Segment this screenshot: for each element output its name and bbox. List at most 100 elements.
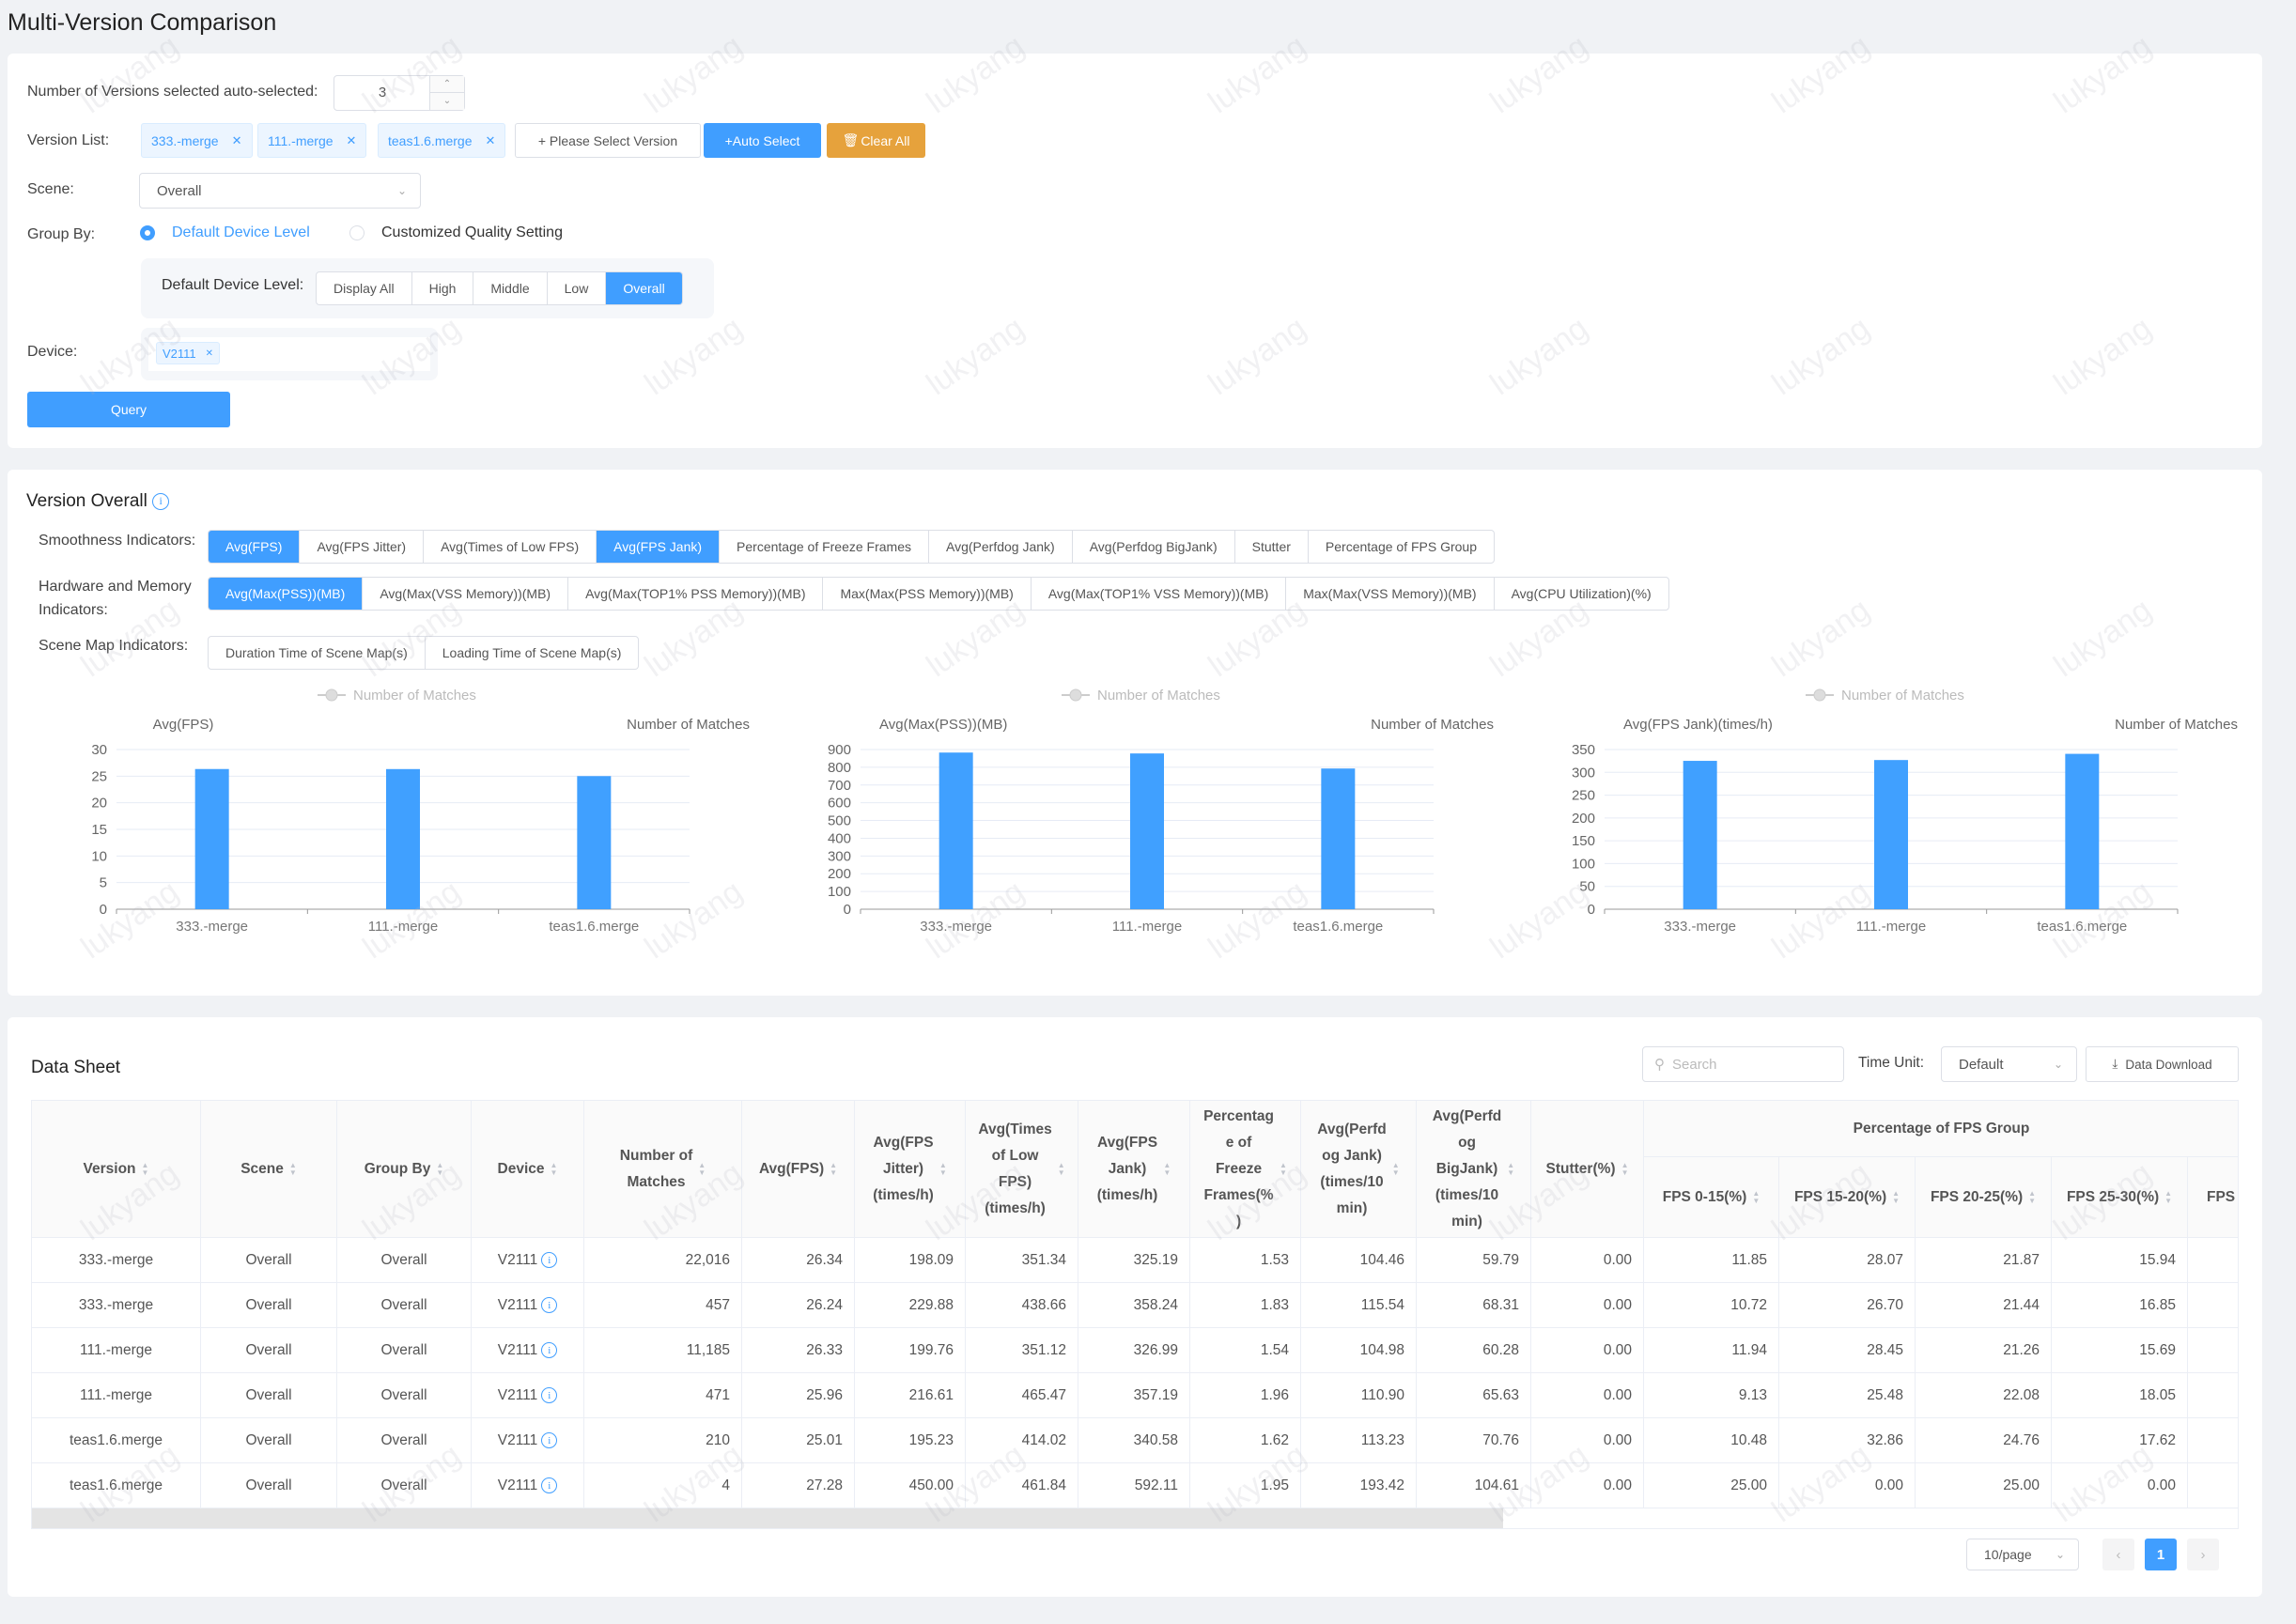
device-level-low[interactable]: Low <box>548 272 607 304</box>
info-icon[interactable]: i <box>541 1297 558 1313</box>
num-versions-stepper[interactable]: 3 ⌃ ⌄ <box>334 75 465 111</box>
sort-icon[interactable]: ▲ ▼ <box>939 1161 947 1177</box>
indicator-option[interactable]: Percentage of Freeze Frames <box>720 531 930 563</box>
info-icon[interactable]: i <box>152 492 170 510</box>
time-unit-select[interactable]: Default ⌄ <box>1941 1046 2077 1082</box>
data-download-button[interactable]: ⤓ Data Download <box>2086 1046 2239 1082</box>
column-header[interactable]: Group By ▲ ▼ <box>337 1101 472 1238</box>
column-header[interactable]: Stutter(%) ▲ ▼ <box>1531 1101 1644 1238</box>
column-header[interactable]: Number of Matches ▲ ▼ <box>584 1101 742 1238</box>
cell-value: 461.84 <box>1021 1477 1066 1493</box>
sort-icon[interactable]: ▲ ▼ <box>289 1161 297 1177</box>
table-row[interactable]: 333.-merge Overall Overall V2111 i 457 26.24 22… <box>32 1283 2238 1328</box>
radio-customized-quality[interactable]: Customized Quality Setting <box>349 224 563 241</box>
clear-all-button[interactable]: 🗑 Clear All <box>827 123 925 158</box>
sort-icon[interactable]: ▲ ▼ <box>1392 1161 1400 1177</box>
column-header[interactable]: Percentag e of Freeze Frames(%) ▲ ▼ <box>1190 1101 1301 1238</box>
indicator-option[interactable]: Avg(FPS Jitter) <box>300 531 425 563</box>
sort-icon[interactable]: ▲ ▼ <box>1752 1189 1760 1205</box>
column-header[interactable]: Avg(FPS Jank) (times/h) ▲ ▼ <box>1078 1101 1190 1238</box>
sort-icon[interactable]: ▲ ▼ <box>1507 1161 1514 1177</box>
indicator-option[interactable]: Loading Time of Scene Map(s) <box>426 637 639 669</box>
prev-page-button[interactable]: ‹ <box>2102 1539 2134 1570</box>
column-header[interactable]: FPS 15-20(%) ▲ ▼ <box>1779 1157 1916 1238</box>
column-header[interactable]: FPS <box>2188 1157 2238 1238</box>
device-level-overall[interactable]: Overall <box>606 272 682 304</box>
indicator-option[interactable]: Avg(Max(TOP1% PSS Memory))(MB) <box>568 578 824 610</box>
column-header[interactable]: Avg(Perfd og BigJank) (times/10 min) ▲ ▼ <box>1417 1101 1531 1238</box>
table-cell: 1.83 <box>1190 1283 1301 1328</box>
column-header[interactable]: FPS 0-15(%) ▲ ▼ <box>1644 1157 1779 1238</box>
column-header[interactable]: Avg(Times of Low FPS) (times/h) ▲ ▼ <box>966 1101 1078 1238</box>
info-icon[interactable]: i <box>541 1387 558 1403</box>
increment-icon[interactable]: ⌃ <box>430 76 464 93</box>
table-cell: 110.90 <box>1301 1373 1417 1418</box>
close-icon[interactable]: ✕ <box>486 133 496 148</box>
column-header[interactable]: Avg(FPS) ▲ ▼ <box>742 1101 855 1238</box>
close-icon[interactable]: ✕ <box>206 348 213 359</box>
sort-icon[interactable]: ▲ ▼ <box>2028 1189 2036 1205</box>
sort-icon[interactable]: ▲ ▼ <box>830 1161 837 1177</box>
indicator-option[interactable]: Avg(FPS Jank) <box>597 531 721 563</box>
page-size-select[interactable]: 10/page ⌄ <box>1966 1539 2079 1570</box>
indicator-option[interactable]: Duration Time of Scene Map(s) <box>209 637 426 669</box>
scene-select[interactable]: Overall ⌄ <box>139 173 421 209</box>
info-icon[interactable]: i <box>541 1252 558 1268</box>
table-cell: 32.86 <box>1779 1418 1916 1463</box>
horizontal-scrollbar[interactable] <box>32 1508 1503 1528</box>
table-row[interactable]: teas1.6.merge Overall Overall V2111 i 4 27.28 4… <box>32 1463 2238 1508</box>
sort-icon[interactable]: ▲ ▼ <box>1280 1161 1287 1177</box>
close-icon[interactable]: ✕ <box>232 133 242 148</box>
indicator-option[interactable]: Stutter <box>1235 531 1309 563</box>
indicator-option[interactable]: Avg(Times of Low FPS) <box>424 531 597 563</box>
sort-icon[interactable]: ▲ ▼ <box>1621 1161 1629 1177</box>
indicator-option[interactable]: Avg(Perfdog Jank) <box>929 531 1073 563</box>
indicator-option[interactable]: Avg(Perfdog BigJank) <box>1073 531 1235 563</box>
auto-select-button[interactable]: +Auto Select <box>704 123 821 158</box>
sort-icon[interactable]: ▲ ▼ <box>1058 1161 1065 1177</box>
close-icon[interactable]: ✕ <box>347 133 357 148</box>
table-row[interactable]: teas1.6.merge Overall Overall V2111 i 210 25.0… <box>32 1418 2238 1463</box>
device-level-high[interactable]: High <box>412 272 474 304</box>
decrement-icon[interactable]: ⌄ <box>430 93 464 110</box>
column-header[interactable]: FPS 20-25(%) ▲ ▼ <box>1916 1157 2052 1238</box>
sort-icon[interactable]: ▲ ▼ <box>1163 1161 1171 1177</box>
device-level-middle[interactable]: Middle <box>473 272 548 304</box>
num-versions-value[interactable]: 3 <box>334 76 430 110</box>
radio-default-device-level[interactable]: Default Device Level <box>140 224 310 241</box>
device-level-display-all[interactable]: Display All <box>317 272 412 304</box>
info-icon[interactable]: i <box>541 1432 558 1448</box>
query-button[interactable]: Query <box>27 392 230 427</box>
indicator-option[interactable]: Avg(CPU Utilization)(%) <box>1495 578 1668 610</box>
page-1-button[interactable]: 1 <box>2145 1539 2177 1570</box>
column-header[interactable]: Avg(FPS Jitter) (times/h) ▲ ▼ <box>855 1101 966 1238</box>
select-version-button[interactable]: + Please Select Version <box>515 123 701 158</box>
sort-icon[interactable]: ▲ ▼ <box>551 1161 558 1177</box>
sort-icon[interactable]: ▲ ▼ <box>1892 1189 1900 1205</box>
column-header[interactable]: Avg(Perfd og Jank) (times/10 min) ▲ ▼ <box>1301 1101 1417 1238</box>
column-header[interactable]: Scene ▲ ▼ <box>201 1101 337 1238</box>
indicator-option[interactable]: Percentage of FPS Group <box>1309 531 1494 563</box>
indicator-option[interactable]: Max(Max(VSS Memory))(MB) <box>1286 578 1495 610</box>
sort-icon[interactable]: ▲ ▼ <box>2164 1189 2172 1205</box>
table-row[interactable]: 333.-merge Overall Overall V2111 i 22,016 26.3… <box>32 1238 2238 1283</box>
indicator-option[interactable]: Avg(FPS) <box>209 531 301 563</box>
column-header[interactable]: Version ▲ ▼ <box>32 1101 201 1238</box>
indicator-option[interactable]: Avg(Max(TOP1% VSS Memory))(MB) <box>1032 578 1287 610</box>
info-icon[interactable]: i <box>541 1342 558 1358</box>
column-header[interactable]: Device ▲ ▼ <box>472 1101 584 1238</box>
sort-icon[interactable]: ▲ ▼ <box>698 1161 706 1177</box>
table-row[interactable]: 111.-merge Overall Overall V2111 i 11,185 26.3… <box>32 1328 2238 1373</box>
indicator-option[interactable]: Avg(Max(PSS))(MB) <box>209 578 364 610</box>
indicator-option[interactable]: Avg(Max(VSS Memory))(MB) <box>363 578 569 610</box>
sort-icon[interactable]: ▲ ▼ <box>436 1161 443 1177</box>
search-input[interactable]: ⚲ Search <box>1642 1046 1844 1082</box>
info-icon[interactable]: i <box>541 1477 558 1493</box>
column-header[interactable]: FPS 25-30(%) ▲ ▼ <box>2052 1157 2188 1238</box>
cell-value: 1.53 <box>1260 1251 1289 1268</box>
table-cell: 333.-merge <box>32 1283 201 1328</box>
sort-icon[interactable]: ▲ ▼ <box>142 1161 149 1177</box>
next-page-button[interactable]: › <box>2187 1539 2219 1570</box>
indicator-option[interactable]: Max(Max(PSS Memory))(MB) <box>823 578 1032 610</box>
table-row[interactable]: 111.-merge Overall Overall V2111 i 471 25.96 21… <box>32 1373 2238 1418</box>
